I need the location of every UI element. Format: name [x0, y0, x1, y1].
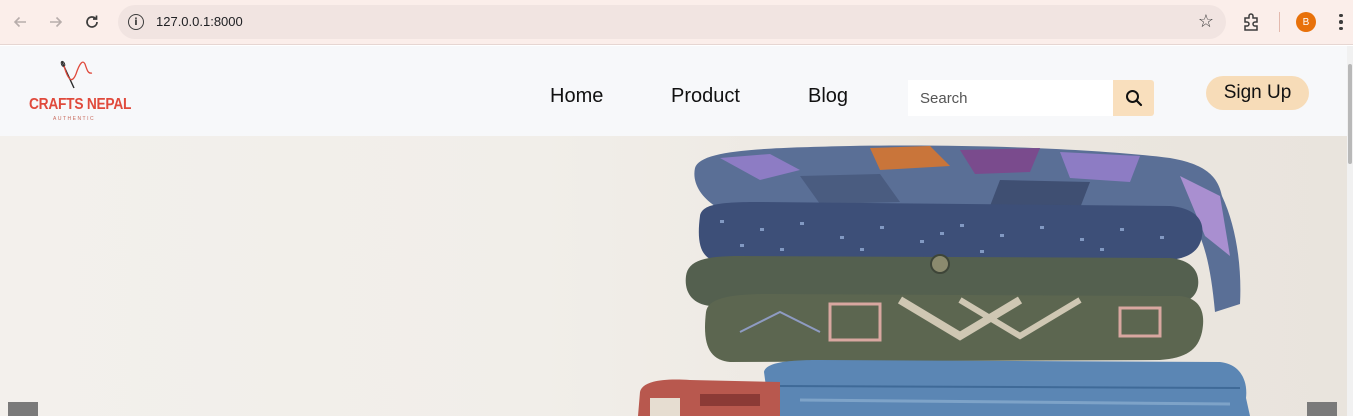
arrow-left-icon: [13, 16, 26, 28]
nav-home[interactable]: Home: [550, 85, 603, 108]
browser-toolbar: i 127.0.0.1:8000 ☆ B: [0, 0, 1353, 45]
reload-icon: [86, 15, 98, 28]
logo-subtext: AUTHENTIC: [53, 116, 96, 122]
needle-thread-icon: [60, 60, 93, 89]
carousel-next-button[interactable]: [1307, 402, 1337, 416]
toolbar-divider: [1279, 12, 1280, 32]
forward-button[interactable]: [44, 10, 68, 34]
carousel-prev-button[interactable]: [8, 402, 38, 416]
site-header: CRAFTS NEPAL AUTHENTIC Home Product Blog…: [0, 46, 1347, 136]
search-button[interactable]: [1113, 80, 1154, 116]
nav-blog[interactable]: Blog: [808, 85, 848, 108]
puzzle-icon[interactable]: [1241, 11, 1263, 33]
star-icon[interactable]: ☆: [1198, 11, 1214, 32]
back-button[interactable]: [8, 10, 32, 34]
arrow-right-icon: [50, 16, 63, 28]
search-input[interactable]: [908, 80, 1113, 116]
logo-text: CRAFTS NEPAL: [29, 96, 132, 113]
nav-product[interactable]: Product: [671, 85, 740, 108]
kebab-menu-icon[interactable]: [1334, 11, 1348, 33]
page-scrollbar[interactable]: [1347, 46, 1353, 416]
site-logo[interactable]: CRAFTS NEPAL AUTHENTIC: [28, 58, 132, 128]
search-icon: [1125, 90, 1142, 107]
hero-image: [638, 145, 1250, 416]
page: CRAFTS NEPAL AUTHENTIC Home Product Blog…: [0, 46, 1353, 416]
sign-up-button[interactable]: Sign Up: [1206, 76, 1309, 110]
hero-banner: [0, 136, 1347, 416]
url-text[interactable]: 127.0.0.1:8000: [156, 14, 243, 29]
reload-button[interactable]: [80, 10, 104, 34]
avatar[interactable]: B: [1296, 12, 1316, 32]
scrollbar-thumb[interactable]: [1348, 64, 1352, 164]
address-bar[interactable]: i 127.0.0.1:8000 ☆: [118, 5, 1226, 39]
info-icon[interactable]: i: [128, 14, 144, 30]
